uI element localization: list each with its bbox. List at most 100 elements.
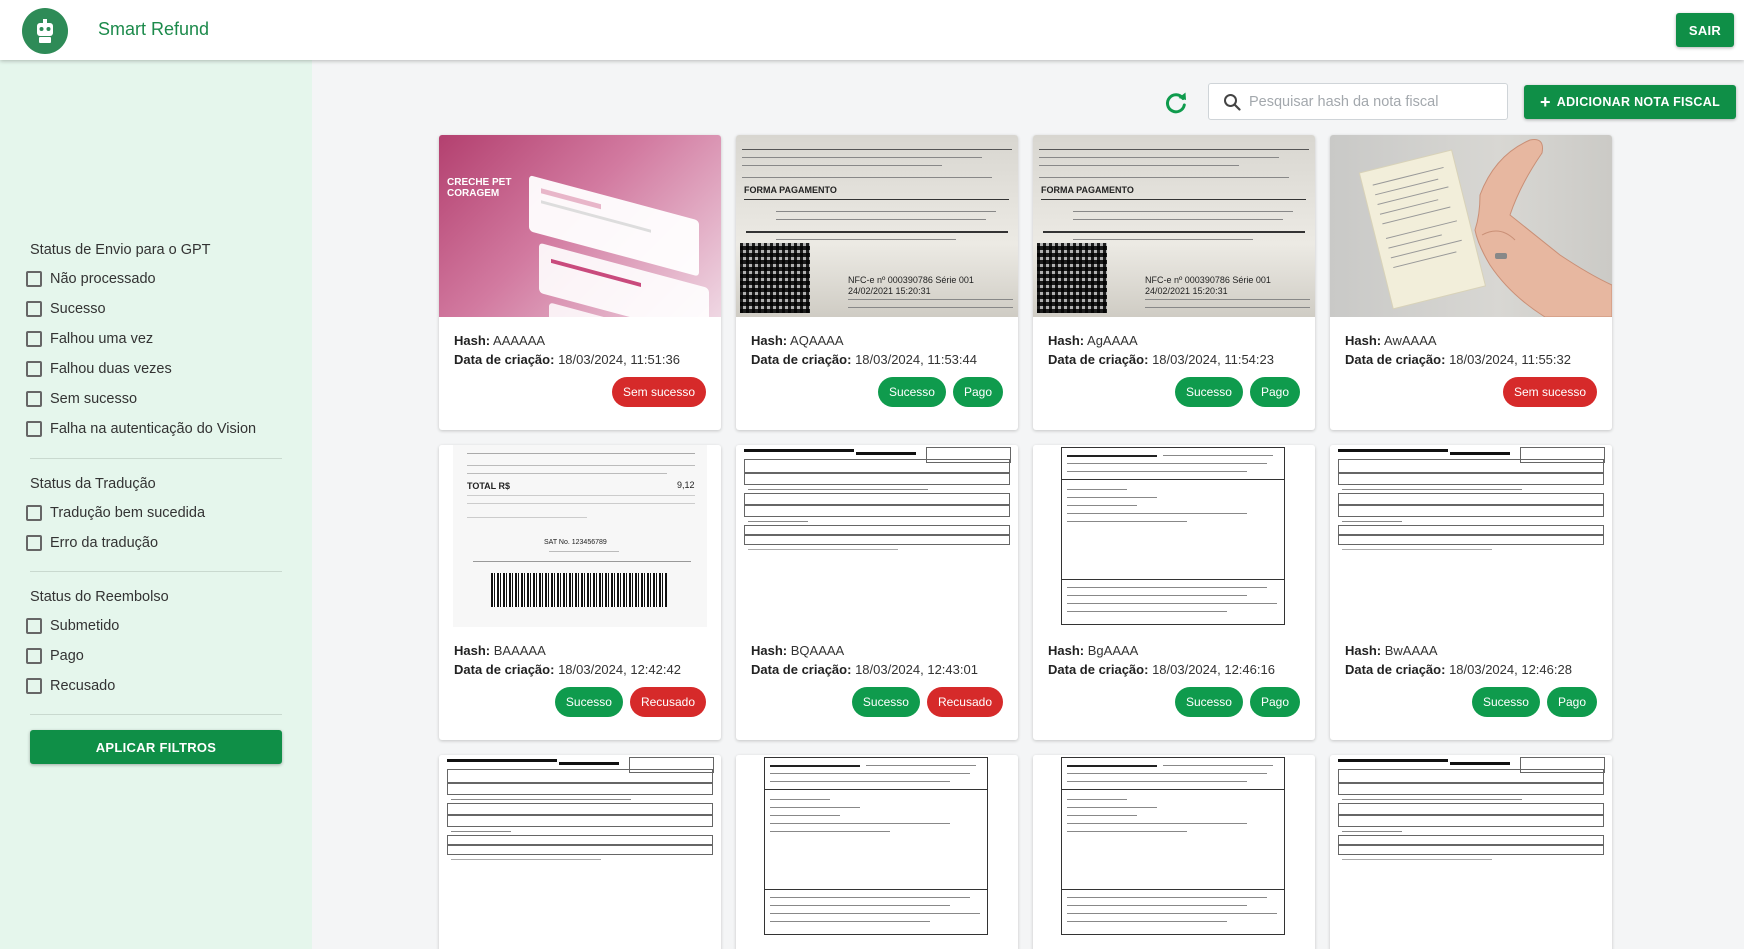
invoice-thumbnail[interactable]: FORMA PAGAMENTO NFC-e nº 000390786 Série… — [1033, 135, 1315, 317]
filter-option-label: Não processado — [50, 271, 156, 287]
logout-button[interactable]: SAIR — [1676, 13, 1734, 47]
invoice-meta: Hash: AQAAAA Data de criação: 18/03/2024… — [736, 317, 1018, 369]
invoice-card[interactable]: Hash: BgAAAA Data de criação: 18/03/2024… — [1033, 445, 1315, 740]
filter-option-label: Falhou uma vez — [50, 331, 154, 347]
invoice-thumbnail[interactable]: CRECHE PET CORAGEM — [439, 135, 721, 317]
invoice-card[interactable]: Hash: BQAAAA Data de criação: 18/03/2024… — [736, 445, 1018, 740]
refresh-button[interactable] — [1162, 89, 1190, 117]
robot-icon — [29, 15, 61, 47]
invoice-thumbnail[interactable] — [1033, 445, 1315, 627]
filter-option[interactable]: Tradução bem sucedida — [26, 498, 282, 528]
receipt-total-value: 9,12 — [677, 480, 695, 490]
created-label: Data de criação: — [454, 352, 555, 367]
status-badges: Sem sucesso — [611, 377, 706, 407]
checkbox[interactable] — [26, 361, 42, 377]
invoice-card[interactable] — [439, 755, 721, 949]
filter-option[interactable]: Falhou duas vezes — [26, 354, 282, 384]
invoice-thumbnail[interactable] — [1330, 135, 1612, 317]
add-invoice-button[interactable]: + ADICIONAR NOTA FISCAL — [1524, 85, 1736, 119]
divider — [30, 458, 282, 459]
search-box[interactable] — [1208, 83, 1508, 120]
invoice-thumbnail[interactable]: TOTAL R$ 9,12 SAT No. 123456789 — [439, 445, 721, 627]
created-label: Data de criação: — [751, 662, 852, 677]
checkbox[interactable] — [26, 331, 42, 347]
filter-option[interactable]: Submetido — [26, 611, 282, 641]
invoice-hash-row: Hash: AAAAAA — [454, 331, 706, 350]
hash-label: Hash: — [1345, 333, 1382, 348]
filter-group-title: Status do Reembolso — [30, 589, 169, 605]
checkbox[interactable] — [26, 505, 42, 521]
invoice-thumbnail[interactable] — [439, 755, 721, 937]
invoice-card[interactable]: FORMA PAGAMENTO NFC-e nº 000390786 Série… — [1033, 135, 1315, 430]
filter-option-label: Pago — [50, 648, 84, 664]
invoice-thumbnail[interactable] — [1330, 445, 1612, 627]
checkbox[interactable] — [26, 535, 42, 551]
invoice-date: 18/03/2024, 11:55:32 — [1449, 352, 1571, 367]
status-badge: Sem sucesso — [1502, 377, 1597, 407]
invoice-thumbnail[interactable]: FORMA PAGAMENTO NFC-e nº 000390786 Série… — [736, 135, 1018, 317]
invoice-thumbnail[interactable] — [1033, 755, 1315, 937]
invoice-thumbnail[interactable] — [736, 445, 1018, 627]
filter-option[interactable]: Recusado — [26, 671, 282, 701]
invoice-card[interactable]: Hash: BwAAAA Data de criação: 18/03/2024… — [1330, 445, 1612, 740]
invoice-hash: BgAAAA — [1087, 643, 1139, 658]
checkbox[interactable] — [26, 421, 42, 437]
checkbox[interactable] — [26, 391, 42, 407]
app-header: Smart Refund SAIR — [0, 0, 1744, 60]
filter-option[interactable]: Falhou uma vez — [26, 324, 282, 354]
ad-illustration — [529, 175, 709, 317]
checkbox[interactable] — [26, 271, 42, 287]
filter-option-label: Submetido — [50, 618, 120, 634]
app-logo[interactable] — [22, 8, 68, 54]
refresh-icon — [1166, 92, 1186, 114]
ad-title: CRECHE PET — [447, 177, 512, 188]
invoice-card[interactable]: FORMA PAGAMENTO NFC-e nº 000390786 Série… — [736, 135, 1018, 430]
filter-option-label: Tradução bem sucedida — [50, 505, 206, 521]
invoice-meta: Hash: BAAAAA Data de criação: 18/03/2024… — [439, 627, 721, 679]
apply-filters-button[interactable]: APLICAR FILTROS — [30, 730, 282, 764]
checkbox[interactable] — [26, 301, 42, 317]
invoice-meta: Hash: BQAAAA Data de criação: 18/03/2024… — [736, 627, 1018, 679]
filter-option[interactable]: Erro da tradução — [26, 528, 282, 558]
invoice-hash-row: Hash: BAAAAA — [454, 641, 706, 660]
search-icon — [1224, 93, 1241, 111]
filter-option[interactable]: Falha na autenticação do Vision — [26, 414, 282, 444]
filter-option-label: Sem sucesso — [50, 391, 138, 407]
status-badge: Sucesso — [851, 687, 920, 717]
status-badges: Sucesso Recusado — [851, 687, 1003, 717]
invoice-thumbnail[interactable] — [1330, 755, 1612, 937]
checkbox[interactable] — [26, 678, 42, 694]
invoice-thumbnail[interactable] — [736, 755, 1018, 937]
filter-option[interactable]: Pago — [26, 641, 282, 671]
invoice-card[interactable]: TOTAL R$ 9,12 SAT No. 123456789 Hash: BA… — [439, 445, 721, 740]
created-label: Data de criação: — [751, 352, 852, 367]
created-label: Data de criação: — [454, 662, 555, 677]
receipt-text: FORMA PAGAMENTO — [744, 185, 837, 195]
invoice-hash: BQAAAA — [790, 643, 845, 658]
search-input[interactable] — [1249, 93, 1489, 110]
divider — [30, 571, 282, 572]
receipt-text: NFC-e nº 000390786 Série 001 — [848, 275, 974, 285]
invoice-card[interactable] — [1033, 755, 1315, 949]
checkbox[interactable] — [26, 618, 42, 634]
filter-option[interactable]: Sem sucesso — [26, 384, 282, 414]
checkbox[interactable] — [26, 648, 42, 664]
hash-label: Hash: — [1048, 643, 1085, 658]
hash-label: Hash: — [454, 333, 491, 348]
filter-option-label: Recusado — [50, 678, 116, 694]
hand-photo — [1358, 139, 1612, 317]
invoice-hash: AgAAAA — [1087, 333, 1138, 348]
filter-option[interactable]: Não processado — [26, 264, 282, 294]
filter-option[interactable]: Sucesso — [26, 294, 282, 324]
invoice-card[interactable] — [1330, 755, 1612, 949]
invoice-card[interactable] — [736, 755, 1018, 949]
invoice-card[interactable]: Hash: AwAAAA Data de criação: 18/03/2024… — [1330, 135, 1612, 430]
invoice-meta: Hash: BgAAAA Data de criação: 18/03/2024… — [1033, 627, 1315, 679]
invoice-meta: Hash: AwAAAA Data de criação: 18/03/2024… — [1330, 317, 1612, 369]
filter-group-title: Status da Tradução — [30, 476, 156, 492]
hash-label: Hash: — [751, 333, 788, 348]
invoice-card[interactable]: CRECHE PET CORAGEM Hash: AAAAAA Data de … — [439, 135, 721, 430]
filter-group-gpt-status: Status de Envio para o GPT Não processad… — [26, 242, 282, 444]
invoice-date-row: Data de criação: 18/03/2024, 12:46:28 — [1345, 660, 1597, 679]
invoice-hash: BwAAAA — [1384, 643, 1438, 658]
